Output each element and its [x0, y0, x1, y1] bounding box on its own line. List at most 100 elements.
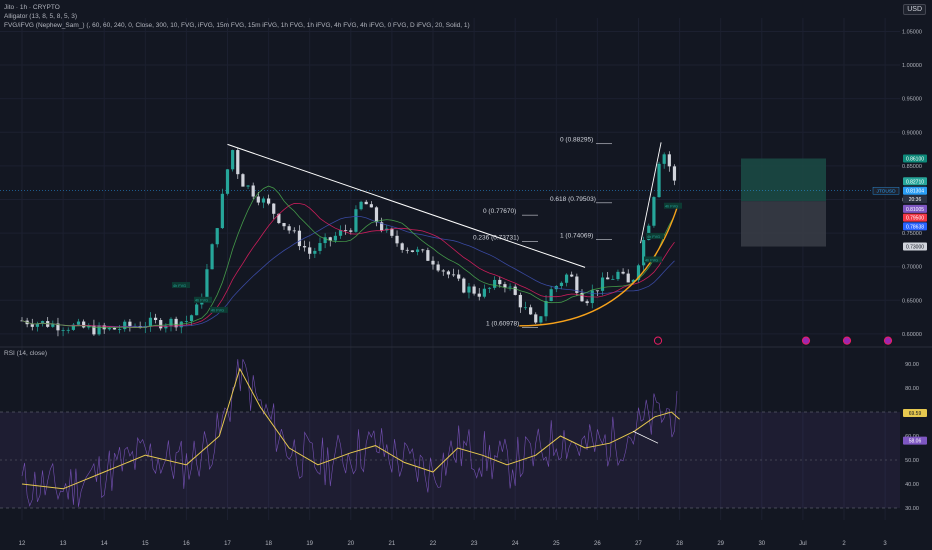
fib-level-label: 0.618 (0.79503)	[550, 196, 596, 203]
candle-body	[112, 327, 117, 330]
candle-body	[76, 321, 81, 325]
y-tick-label: 0.75000	[902, 231, 922, 237]
x-tick-label: 24	[512, 541, 519, 547]
chart-title: Jito · 1h · CRYPTO	[4, 4, 60, 11]
candle-body	[534, 314, 538, 323]
candle-body	[349, 230, 353, 232]
fvg-indicator-label: FVG/iFVG (Nephew_Sam_) (, 60, 60, 240, 0…	[4, 22, 470, 29]
candle-body	[123, 321, 127, 330]
candle-body	[354, 209, 358, 232]
candle-body	[436, 264, 440, 271]
fib-level-label: 0.236 (0.73731)	[473, 235, 519, 242]
candle-body	[451, 274, 456, 276]
candle-body	[364, 201, 368, 205]
fib-level-label: 1 (0.74069)	[560, 232, 593, 239]
candle-body	[508, 286, 512, 288]
candle-body	[369, 204, 373, 208]
candle-body	[549, 289, 553, 302]
candle-body	[246, 185, 250, 187]
economic-event-icon	[801, 336, 811, 345]
candle-body	[472, 286, 476, 294]
rsi-y-tick-label: 40.00	[905, 482, 919, 488]
price-tag-text: 0.81005	[906, 207, 924, 213]
alligator-indicator-label: Alligator (13, 8, 5, 8, 5, 3)	[4, 13, 77, 20]
candle-body	[611, 279, 615, 280]
candle-body	[462, 278, 466, 293]
candle-body	[210, 244, 214, 270]
y-tick-label: 0.85000	[902, 164, 922, 170]
price-tag-text: 0.86100	[906, 156, 924, 162]
rsi-y-tick-label: 30.00	[905, 506, 919, 512]
candle-body	[333, 235, 337, 241]
candle-body	[225, 169, 230, 194]
rsi-y-tick-label: 80.00	[905, 386, 919, 392]
price-tag-text: 0.73000	[906, 245, 924, 251]
candle-body	[220, 193, 224, 229]
candle-body	[272, 203, 276, 214]
candle-body	[184, 321, 188, 322]
rsi-y-tick-label: 90.00	[905, 362, 919, 368]
price-tag-text: 0.79500	[906, 216, 924, 222]
candle-body	[205, 269, 209, 298]
fvg-tag: 4h FVG	[665, 205, 678, 209]
price-tag-text: 0.81304	[906, 189, 924, 195]
candle-body	[477, 293, 481, 297]
x-tick-label: 18	[265, 541, 272, 547]
candle-body	[313, 250, 317, 254]
price-tag-text: 20:36	[909, 197, 922, 203]
x-tick-label: 25	[553, 541, 560, 547]
candle-body	[667, 154, 671, 167]
candle-body	[251, 185, 255, 197]
x-tick-label: 26	[594, 541, 601, 547]
x-tick-label: 14	[101, 541, 108, 547]
candle-body	[30, 324, 34, 327]
price-tag-text: 0.78638	[906, 224, 924, 230]
candle-body	[606, 277, 610, 280]
fvg-tag: 4h FVG	[195, 299, 208, 303]
candle-body	[231, 150, 235, 170]
candle-body	[410, 250, 415, 252]
candle-body	[292, 230, 296, 232]
rsi-y-tick-label: 50.00	[905, 458, 919, 464]
x-tick-label: 16	[183, 541, 190, 547]
candle-body	[621, 271, 625, 274]
y-tick-label: 0.60000	[902, 332, 922, 338]
candle-body	[446, 271, 451, 275]
x-tick-label: 28	[676, 541, 683, 547]
candle-body	[431, 260, 435, 265]
candle-body	[287, 226, 291, 231]
candle-body	[282, 223, 286, 227]
currency-badge[interactable]: USD	[903, 4, 926, 15]
x-tick-label: 29	[717, 541, 724, 547]
rsi-title: RSI (14, close)	[4, 350, 47, 357]
chart-canvas[interactable]: 1.050001.000000.950000.900000.850000.800…	[0, 0, 932, 550]
candle-body	[159, 320, 163, 329]
candle-body	[626, 273, 630, 283]
candle-body	[318, 243, 322, 251]
candle-body	[97, 325, 101, 335]
candle-body	[672, 166, 677, 181]
candle-body	[66, 329, 70, 331]
candle-body	[415, 249, 420, 252]
candle-body	[595, 290, 599, 292]
candle-body	[467, 286, 471, 293]
x-tick-label: 12	[19, 541, 26, 547]
candle-body	[544, 301, 548, 317]
candle-body	[61, 330, 65, 331]
x-tick-label: 19	[306, 541, 313, 547]
x-tick-label: 17	[224, 541, 231, 547]
candle-body	[297, 230, 302, 247]
economic-event-icon	[842, 336, 852, 345]
candle-body	[487, 287, 492, 289]
rsi-value-label: 69.59	[909, 411, 922, 417]
fib-level-label: 1 (0.60978)	[486, 320, 519, 327]
candle-body	[539, 316, 543, 323]
candle-body	[662, 154, 666, 164]
x-tick-label: 15	[142, 541, 149, 547]
candle-body	[195, 304, 199, 316]
candle-body	[308, 247, 312, 254]
candle-body	[82, 321, 86, 328]
x-tick-label: 27	[635, 541, 642, 547]
candle-body	[267, 198, 271, 204]
x-tick-label: 13	[60, 541, 67, 547]
